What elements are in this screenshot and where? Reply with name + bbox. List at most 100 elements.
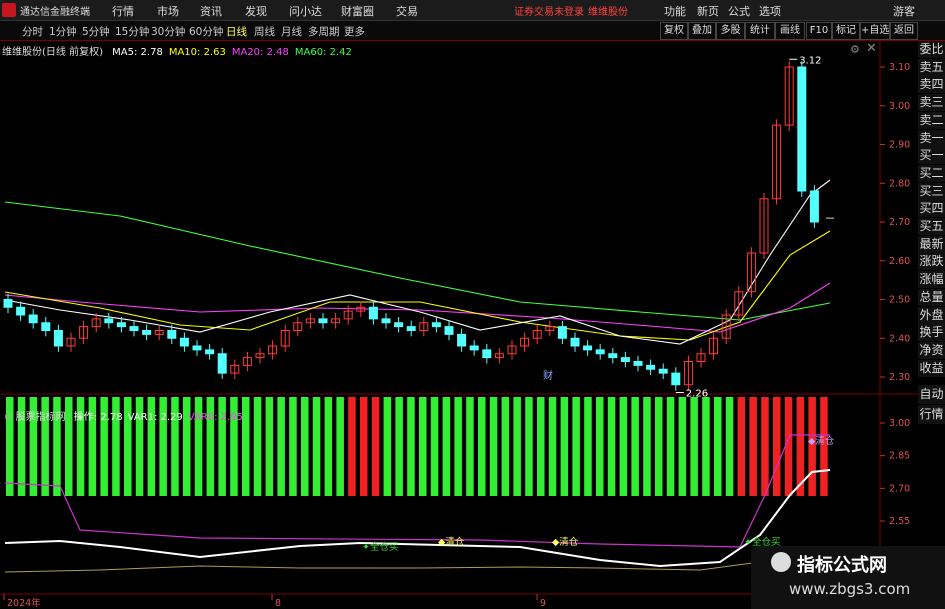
indicator-bar: [548, 397, 557, 496]
period-tab[interactable]: 5分钟: [82, 24, 110, 39]
period-tab[interactable]: 周线: [254, 24, 275, 39]
signal-label: ◆清仓: [438, 536, 465, 548]
indicator-bar: [761, 397, 769, 496]
toolbar-button[interactable]: 统计: [745, 22, 775, 40]
indicator-bar: [619, 397, 628, 496]
toolbar-button[interactable]: 多股: [716, 22, 745, 40]
toolbar-button[interactable]: 复权: [660, 22, 688, 40]
watermark-url: www.zbgs3.com: [789, 580, 911, 598]
side-button[interactable]: 卖五: [918, 58, 945, 77]
indicator-gear-icon[interactable]: ⊙: [4, 412, 12, 423]
period-tab[interactable]: 更多: [344, 24, 365, 39]
indicator-bar: [537, 397, 545, 496]
candle-body: [482, 349, 492, 359]
stock-link[interactable]: 维维股份: [588, 3, 628, 18]
indicator-bar: [478, 397, 486, 496]
settings-icon[interactable]: ⚙: [850, 43, 860, 56]
guest-label[interactable]: 游客: [893, 3, 915, 19]
side-button[interactable]: 卖一: [918, 129, 945, 148]
indicator-bar: [430, 397, 439, 496]
indicator-bar: [525, 397, 533, 496]
ma-legend: MA5: 2.78 MA10: 2.63 MA20: 2.48 MA60: 2.42: [106, 47, 352, 58]
side-button[interactable]: 最新: [918, 235, 945, 254]
price-axis-label: 2.50: [889, 295, 910, 306]
indicator-bar: [572, 397, 580, 496]
side-button[interactable]: 买五: [918, 218, 945, 236]
candle-body: [557, 326, 567, 339]
indicator-bar: [348, 397, 356, 496]
toolbar-button[interactable]: 画线: [775, 22, 805, 40]
candle-body: [620, 357, 630, 362]
candle-body: [41, 322, 51, 331]
side-button[interactable]: 涨幅: [918, 271, 945, 290]
candle-body: [809, 190, 819, 223]
event-marker[interactable]: 财: [543, 369, 553, 382]
toolbar-button[interactable]: 标记: [832, 22, 860, 40]
period-tab[interactable]: 60分钟: [189, 24, 223, 39]
candle-body: [28, 314, 38, 324]
app-logo-icon: [2, 3, 16, 17]
ma-line: [4, 179, 831, 345]
side-button[interactable]: 卖四: [918, 76, 945, 95]
side-button[interactable]: 净资: [918, 341, 945, 360]
side-button[interactable]: 买三: [918, 182, 945, 201]
right-menu-item[interactable]: 公式: [728, 3, 750, 19]
right-menu-item[interactable]: 新页: [697, 3, 719, 19]
period-tab[interactable]: 日线: [226, 24, 247, 39]
period-tab[interactable]: 15分钟: [115, 24, 149, 39]
side-button[interactable]: 卖二: [918, 111, 945, 130]
side-button[interactable]: 委比: [918, 41, 945, 59]
side-button[interactable]: 买二: [918, 164, 945, 183]
toolbar-button[interactable]: 叠加: [688, 22, 716, 40]
period-tab[interactable]: 30分钟: [151, 24, 185, 39]
toolbar-button[interactable]: F10: [806, 22, 832, 40]
candle-body: [633, 361, 643, 366]
side-button[interactable]: 涨跌: [918, 253, 945, 272]
indicator-name[interactable]: 股票指标网: [16, 412, 66, 423]
right-menu-item[interactable]: 选项: [759, 3, 781, 19]
price-axis-label: 2.70: [889, 217, 910, 228]
side-button[interactable]: 卖三: [918, 94, 945, 113]
indicator-bar: [725, 397, 734, 496]
side-button[interactable]: 换手: [918, 324, 945, 343]
side-button[interactable]: 买四: [918, 200, 945, 219]
toolbar-button[interactable]: +自选: [860, 22, 890, 40]
kline-chart[interactable]: 3.10 3.00 2.90 2.80 2.70 2.60 2.50 2.40 2.30 3.00…: [0, 40, 918, 609]
menu-item[interactable]: 发现: [245, 3, 267, 19]
candle-body: [16, 306, 26, 316]
menu-item[interactable]: 资讯: [200, 3, 222, 19]
period-tab[interactable]: 1分钟: [49, 24, 77, 39]
period-tab[interactable]: 分时: [22, 24, 43, 39]
menu-item[interactable]: 问小达: [289, 3, 322, 19]
period-tab[interactable]: 月线: [281, 24, 302, 39]
indicator-bar: [466, 397, 474, 496]
menu-item[interactable]: 交易: [396, 3, 418, 19]
indicator-bar: [489, 397, 498, 496]
menu-item[interactable]: 市场: [157, 3, 179, 19]
side-button[interactable]: 收益: [918, 359, 945, 378]
candle-body: [570, 337, 580, 347]
indicator-bar: [242, 397, 250, 496]
side-button[interactable]: 总量: [918, 288, 945, 307]
side-button[interactable]: 自动: [918, 385, 945, 405]
side-button[interactable]: 外盘: [918, 306, 945, 325]
stock-name-label: 维维股份(日线 前复权): [2, 47, 103, 58]
indicator-axis-label: 2.85: [889, 451, 910, 462]
candle-body: [797, 66, 807, 192]
signal-label: ✦全仓买: [362, 541, 398, 553]
indicator-bar: [336, 397, 344, 496]
indicator-bar: [265, 397, 274, 496]
period-tab[interactable]: 多周期: [308, 24, 340, 39]
side-button[interactable]: 买一: [918, 147, 945, 166]
indicator-value: 操作: 2.78: [73, 412, 123, 423]
right-menu-item[interactable]: 功能: [664, 3, 686, 19]
indicator-bar: [584, 397, 592, 496]
close-icon[interactable]: ✕: [866, 41, 877, 56]
watermark-title: 指标公式网: [797, 555, 887, 576]
indicator-bar: [289, 397, 297, 496]
menu-item[interactable]: 行情: [112, 3, 134, 19]
side-button[interactable]: 行情: [918, 405, 945, 425]
toolbar-button[interactable]: 返回: [890, 22, 918, 40]
login-warning[interactable]: 证券交易未登录: [514, 3, 584, 18]
menu-item[interactable]: 财富圈: [341, 3, 374, 19]
